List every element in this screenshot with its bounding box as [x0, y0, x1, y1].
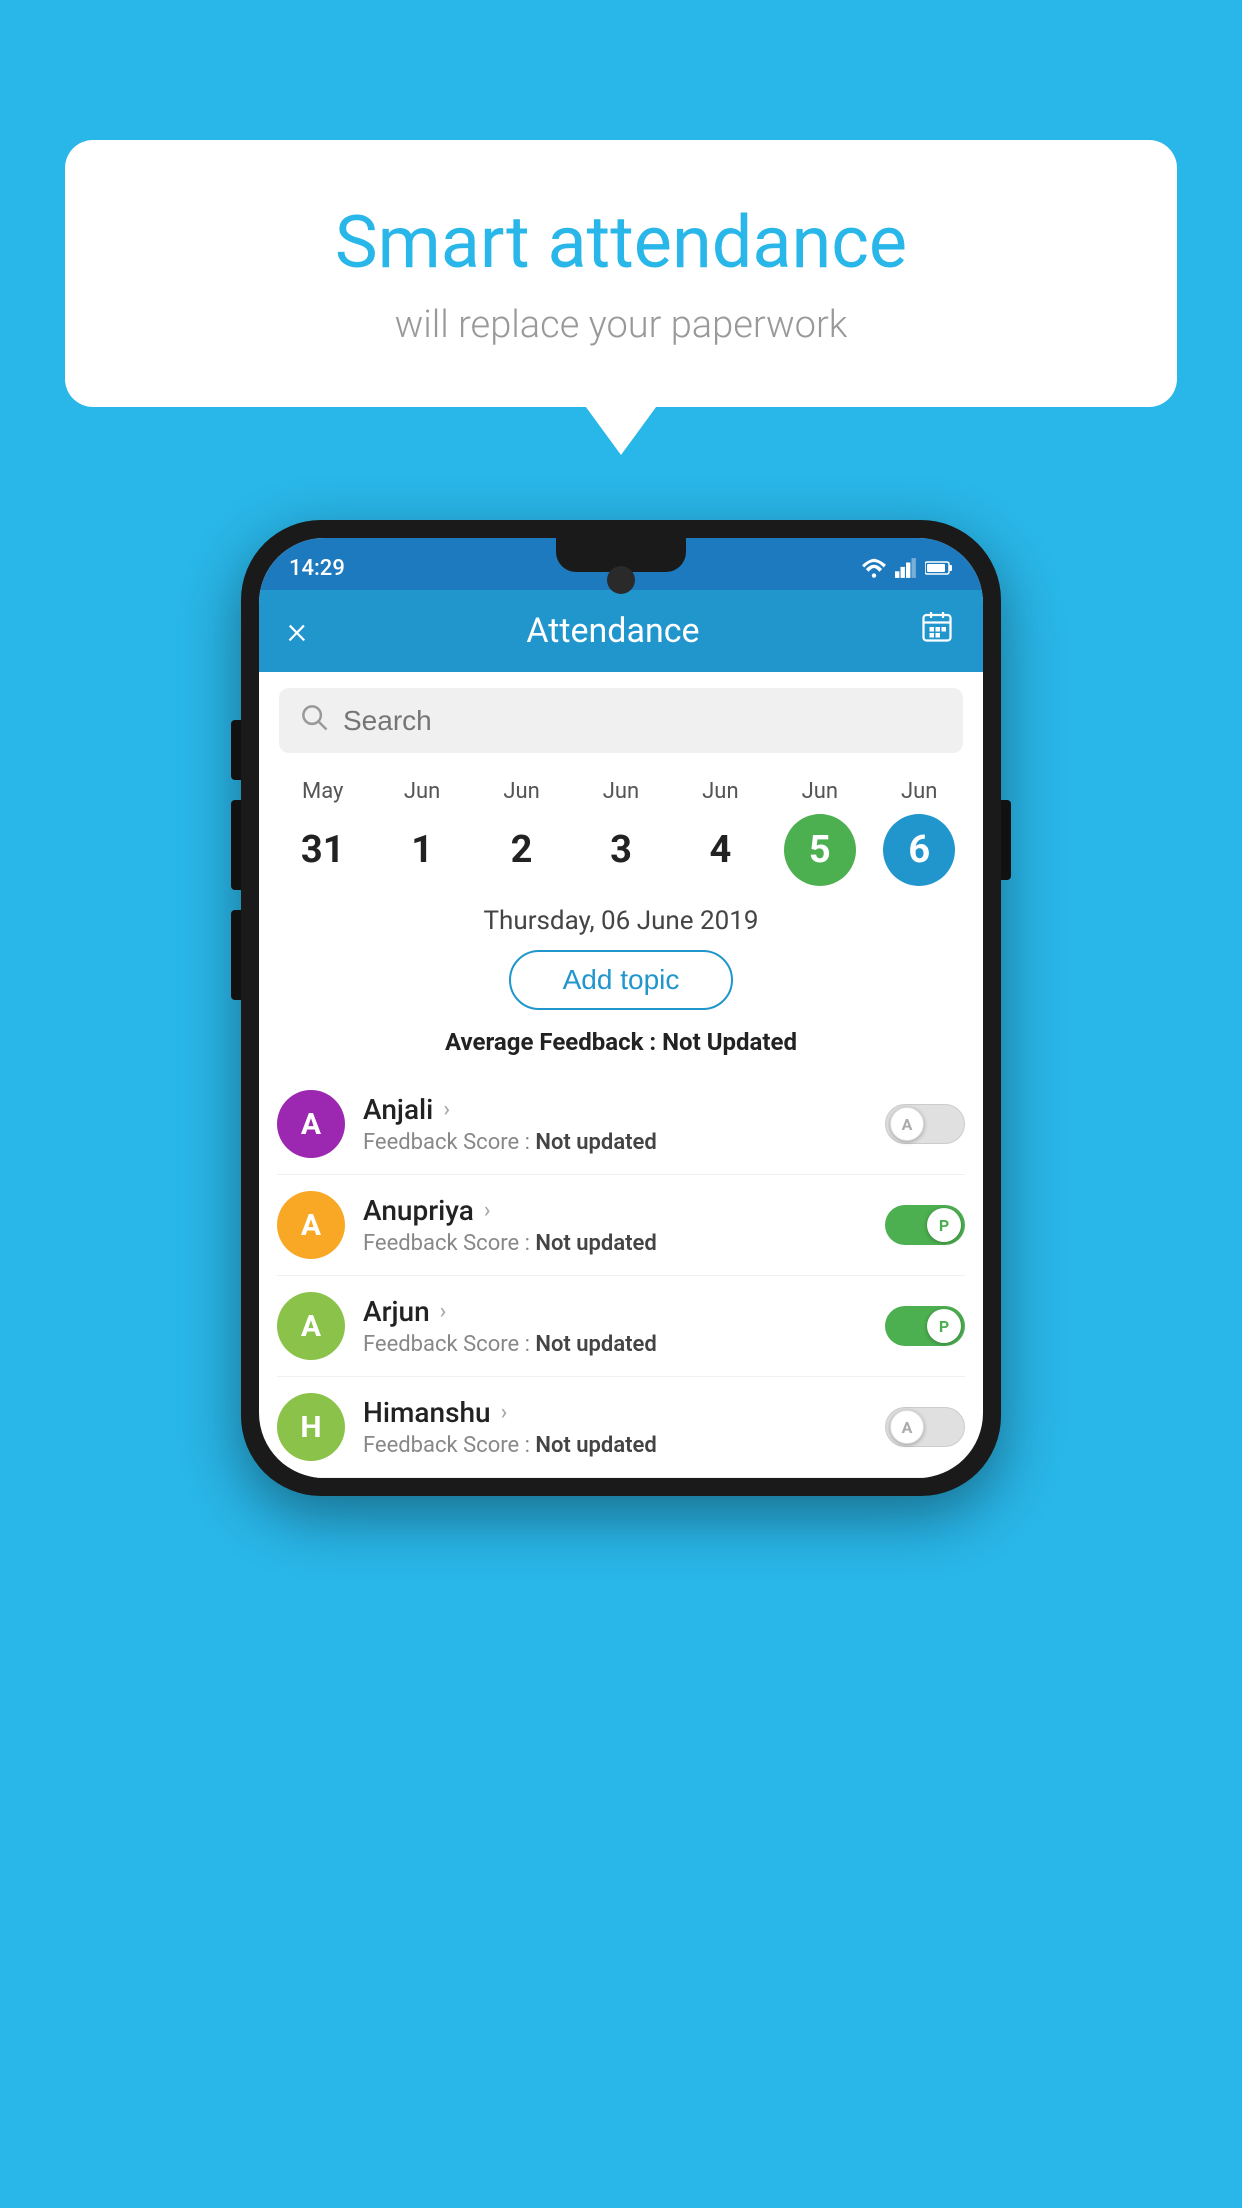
- power-button: [1001, 800, 1011, 880]
- toggle-thumb: P: [927, 1309, 961, 1343]
- avg-feedback-label: Average Feedback :: [445, 1028, 662, 1056]
- selected-date-label: Thursday, 06 June 2019: [259, 906, 983, 936]
- feedback-value: Not updated: [535, 1130, 656, 1155]
- volume-up-button: [231, 720, 241, 780]
- attendance-toggle-container: A: [885, 1407, 965, 1447]
- app-background: Smart attendance will replace your paper…: [0, 0, 1242, 2208]
- date-month: Jun: [603, 779, 639, 804]
- add-topic-button[interactable]: Add topic: [509, 950, 734, 1010]
- toggle-thumb: A: [890, 1107, 924, 1141]
- app-bar: × Attendance: [259, 590, 983, 672]
- phone-mockup: 14:29: [241, 520, 1001, 1496]
- speech-bubble-container: Smart attendance will replace your paper…: [65, 140, 1177, 407]
- wifi-icon: [861, 558, 887, 578]
- bubble-title: Smart attendance: [145, 200, 1097, 285]
- student-avatar: A: [277, 1191, 345, 1259]
- date-number[interactable]: 1: [386, 814, 458, 886]
- bubble-subtitle: will replace your paperwork: [145, 303, 1097, 347]
- volume-down-button: [231, 800, 241, 890]
- date-item[interactable]: Jun 1: [382, 779, 462, 886]
- date-month: Jun: [503, 779, 539, 804]
- student-feedback: Feedback Score : Not updated: [363, 1332, 885, 1357]
- phone-notch: [556, 538, 686, 572]
- battery-icon: [925, 559, 953, 577]
- student-item: H Himanshu › Feedback Score : Not updatedA: [277, 1377, 965, 1478]
- date-number[interactable]: 5: [784, 814, 856, 886]
- status-time: 14:29: [289, 556, 345, 581]
- student-name[interactable]: Himanshu ›: [363, 1396, 885, 1429]
- phone-screen: 14:29: [259, 538, 983, 1478]
- silent-button: [231, 910, 241, 1000]
- student-info: Himanshu › Feedback Score : Not updated: [363, 1396, 885, 1458]
- chevron-icon: ›: [440, 1299, 447, 1324]
- student-info: Anjali › Feedback Score : Not updated: [363, 1093, 885, 1155]
- date-number[interactable]: 3: [585, 814, 657, 886]
- attendance-toggle[interactable]: A: [885, 1407, 965, 1447]
- student-info: Arjun › Feedback Score : Not updated: [363, 1295, 885, 1357]
- toggle-thumb: P: [927, 1208, 961, 1242]
- student-avatar: A: [277, 1090, 345, 1158]
- date-number[interactable]: 2: [486, 814, 558, 886]
- calendar-icon[interactable]: [919, 609, 955, 653]
- date-month: Jun: [702, 779, 738, 804]
- student-feedback: Feedback Score : Not updated: [363, 1433, 885, 1458]
- feedback-value: Not updated: [535, 1231, 656, 1256]
- attendance-toggle[interactable]: P: [885, 1205, 965, 1245]
- student-feedback: Feedback Score : Not updated: [363, 1231, 885, 1256]
- avg-feedback: Average Feedback : Not Updated: [259, 1028, 983, 1056]
- date-number[interactable]: 6: [883, 814, 955, 886]
- speech-bubble: Smart attendance will replace your paper…: [65, 140, 1177, 407]
- student-name[interactable]: Arjun ›: [363, 1295, 885, 1328]
- search-bar[interactable]: [279, 688, 963, 753]
- attendance-toggle[interactable]: P: [885, 1306, 965, 1346]
- feedback-value: Not updated: [535, 1332, 656, 1357]
- student-item: A Anupriya › Feedback Score : Not updated P: [277, 1175, 965, 1276]
- chevron-icon: ›: [443, 1097, 450, 1122]
- phone-outer: 14:29: [241, 520, 1001, 1496]
- app-bar-title: Attendance: [526, 611, 699, 651]
- student-item: AAnjali ›Feedback Score : Not updatedA: [277, 1074, 965, 1175]
- student-avatar: H: [277, 1393, 345, 1461]
- attendance-toggle-container: A: [885, 1104, 965, 1144]
- date-month: Jun: [802, 779, 838, 804]
- date-item[interactable]: May 31: [283, 779, 363, 886]
- date-month: May: [302, 779, 343, 804]
- close-button[interactable]: ×: [287, 609, 307, 653]
- chevron-icon: ›: [484, 1198, 491, 1223]
- search-icon: [299, 702, 329, 739]
- student-list: AAnjali ›Feedback Score : Not updatedAAA…: [259, 1074, 983, 1478]
- status-icons: [861, 558, 953, 578]
- date-item[interactable]: Jun 4: [680, 779, 760, 886]
- date-month: Jun: [404, 779, 440, 804]
- toggle-thumb: A: [890, 1410, 924, 1444]
- date-selector: May 31 Jun 1 Jun 2 Jun 3 Jun 4 Jun 5 Jun 6: [259, 769, 983, 886]
- student-item: A Arjun › Feedback Score : Not updated P: [277, 1276, 965, 1377]
- date-number[interactable]: 31: [287, 814, 359, 886]
- date-month: Jun: [901, 779, 937, 804]
- attendance-toggle-container: P: [885, 1306, 965, 1346]
- date-item[interactable]: Jun 2: [482, 779, 562, 886]
- student-feedback: Feedback Score : Not updated: [363, 1130, 885, 1155]
- student-avatar: A: [277, 1292, 345, 1360]
- attendance-toggle[interactable]: A: [885, 1104, 965, 1144]
- student-name[interactable]: Anupriya ›: [363, 1194, 885, 1227]
- avg-feedback-value: Not Updated: [662, 1028, 797, 1056]
- search-input[interactable]: [343, 705, 943, 737]
- date-number[interactable]: 4: [684, 814, 756, 886]
- chevron-icon: ›: [501, 1400, 508, 1425]
- student-name[interactable]: Anjali ›: [363, 1093, 885, 1126]
- front-camera: [607, 566, 635, 594]
- student-info: Anupriya › Feedback Score : Not updated: [363, 1194, 885, 1256]
- attendance-toggle-container: P: [885, 1205, 965, 1245]
- feedback-value: Not updated: [535, 1433, 656, 1458]
- signal-icon: [895, 558, 917, 578]
- date-item[interactable]: Jun 5: [780, 779, 860, 886]
- date-item[interactable]: Jun 3: [581, 779, 661, 886]
- date-item[interactable]: Jun 6: [879, 779, 959, 886]
